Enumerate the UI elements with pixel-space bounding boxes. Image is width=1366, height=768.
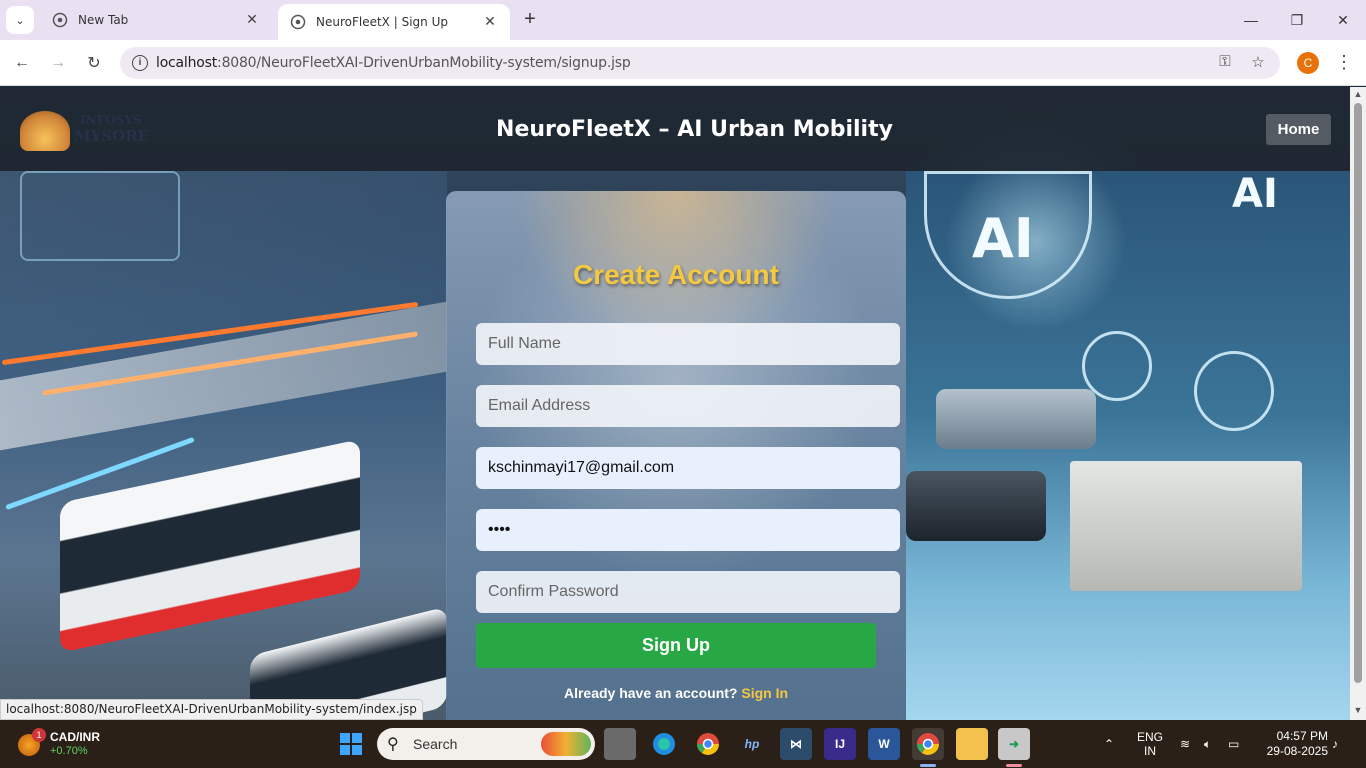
windows-start-icon[interactable] [340,733,362,755]
show-hidden-icons[interactable]: ⌃ [1104,720,1114,768]
tab-new-tab[interactable]: New Tab ✕ [40,4,272,36]
site-header: INFOSYS MYSORE NeuroFleetX – AI Urban Mo… [0,87,1350,171]
edge-icon[interactable] [648,728,680,760]
volume-icon[interactable]: 🔈︎ [1204,720,1211,768]
vscode-icon[interactable]: ⋈ [780,728,812,760]
back-arrow-icon[interactable]: ← [8,49,36,77]
sign-up-button[interactable]: Sign Up [476,623,876,668]
scrollbar-thumb[interactable] [1354,103,1362,683]
star-icon[interactable]: ☆ [1248,53,1268,73]
taskbar-search[interactable]: ⚲ Search [377,728,595,760]
page-viewport: AI AI INFOSYS MYSORE NeuroFleetX – AI Ur… [0,87,1350,720]
tab-title: NeuroFleetX | Sign Up [316,15,448,29]
signin-prompt: Already have an account? Sign In [563,685,789,701]
browser-toolbar: ← → ↻ i localhost:8080/NeuroFleetXAI-Dri… [0,40,1366,86]
search-hexagon-graphic [1194,351,1274,431]
ai-vehicles-illustration: AI AI [906,171,1350,720]
signup-card: Create Account Sign Up Already have an a… [446,191,906,720]
chrome-profile-icon[interactable] [912,728,944,760]
hp-icon[interactable]: hp [736,728,768,760]
clock[interactable]: 04:57 PM 29-08-2025 [1258,729,1328,759]
site-title: NeuroFleetX – AI Urban Mobility [496,117,893,142]
notification-bell-icon[interactable]: ♪ [1332,720,1338,768]
window-close-button[interactable]: ✕ [1320,0,1366,40]
scroll-up-icon[interactable]: ▲ [1353,89,1363,99]
highway-graphic [0,301,447,451]
minimize-button[interactable]: — [1228,0,1274,40]
file-explorer-icon[interactable] [956,728,988,760]
active-indicator [1006,764,1022,767]
search-highlight-icon [541,732,591,756]
confirm-password-input[interactable] [476,571,900,613]
word-icon[interactable]: W [868,728,900,760]
car-graphic [936,389,1096,449]
windows-taskbar: 1 CAD/INR +0.70% ⚲ Search hp ⋈ IJ W ➜ ⌃ … [0,720,1366,768]
restore-button[interactable]: ❐ [1274,0,1320,40]
widgets-button[interactable]: 1 CAD/INR +0.70% [14,728,124,760]
chrome-icon[interactable] [692,728,724,760]
globe-icon [290,14,306,30]
car-graphic [906,471,1046,541]
more-menu-icon[interactable]: ⋮ [1334,52,1354,74]
ai-text-large: AI [972,207,1034,270]
tab-title: New Tab [78,13,129,27]
task-view-icon[interactable] [604,728,636,760]
scroll-down-icon[interactable]: ▼ [1353,705,1363,715]
ai-text-corner: AI [1232,171,1278,217]
reload-icon[interactable]: ↻ [80,49,108,77]
tab-signup[interactable]: NeuroFleetX | Sign Up ✕ [278,4,510,40]
url-text: localhost:8080/NeuroFleetXAI-DrivenUrban… [156,55,631,71]
profile-avatar[interactable]: C [1297,52,1319,74]
full-name-input[interactable] [476,323,900,365]
address-bar[interactable]: i localhost:8080/NeuroFleetXAI-DrivenUrb… [120,47,1280,79]
hexagon-graphic [20,171,180,261]
tab-search-button[interactable]: ⌄ [6,6,34,34]
forward-arrow-icon[interactable]: → [44,49,72,77]
username-input[interactable] [476,447,900,489]
app-window-icon[interactable]: ➜ [998,728,1030,760]
truck-graphic [1070,461,1302,591]
sign-in-link[interactable]: Sign In [741,685,788,701]
new-tab-button[interactable]: + [518,8,542,32]
password-input[interactable] [476,509,900,551]
close-icon[interactable]: ✕ [482,14,498,30]
active-indicator [920,764,936,767]
search-icon: ⚲ [387,736,399,753]
notification-badge: 1 [32,728,46,742]
site-info-icon[interactable]: i [132,55,148,71]
page-scrollbar[interactable]: ▲ ▼ [1350,87,1366,720]
city-transport-illustration [0,171,447,720]
wifi-icon[interactable]: ≋ [1180,720,1190,768]
key-icon[interactable]: ⚿ [1215,53,1235,73]
link-status-bar: localhost:8080/NeuroFleetXAI-DrivenUrban… [0,699,423,720]
home-button[interactable]: Home [1266,114,1331,145]
browser-tabstrip: ⌄ New Tab ✕ NeuroFleetX | Sign Up ✕ + — … [0,0,1366,40]
battery-icon[interactable]: ▭ [1228,720,1239,768]
page-title: Create Account [573,259,779,290]
globe-icon [52,12,68,28]
close-icon[interactable]: ✕ [244,12,260,28]
chevron-down-icon: ⌄ [15,14,25,27]
email-input[interactable] [476,385,900,427]
intellij-icon[interactable]: IJ [824,728,856,760]
language-indicator[interactable]: ENG IN [1136,720,1164,768]
